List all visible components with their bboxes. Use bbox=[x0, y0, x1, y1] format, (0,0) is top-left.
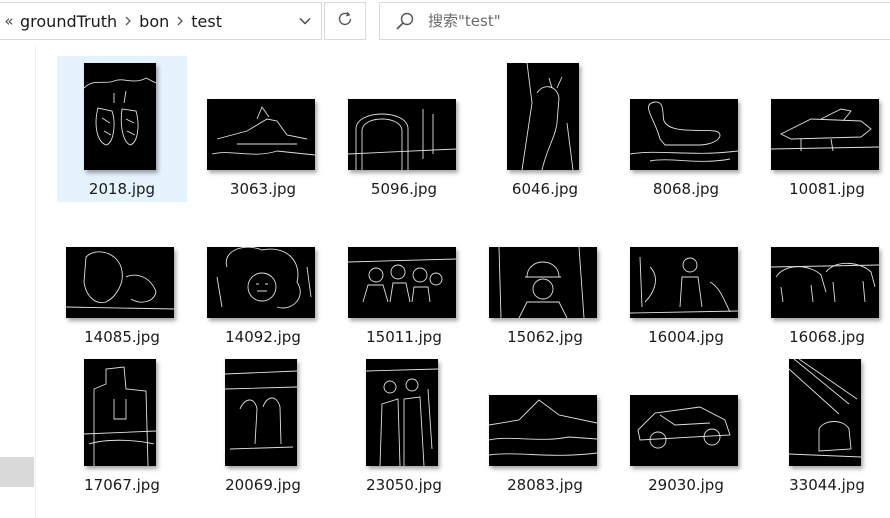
file-thumbnail bbox=[207, 99, 315, 170]
file-thumbnail bbox=[366, 359, 438, 466]
file-item[interactable]: 5096.jpg bbox=[339, 56, 469, 202]
file-item[interactable]: 17067.jpg bbox=[57, 352, 187, 498]
file-thumbnail bbox=[771, 247, 879, 318]
search-box[interactable] bbox=[379, 2, 890, 40]
file-thumbnail bbox=[507, 63, 579, 170]
chevron-right-icon[interactable] bbox=[117, 16, 139, 26]
overflow-chevron-icon[interactable]: « bbox=[0, 12, 18, 30]
file-name: 15062.jpg bbox=[507, 328, 583, 346]
top-bar: « groundTruth bon test bbox=[0, 0, 890, 44]
file-thumbnail bbox=[630, 99, 738, 170]
navigation-pane-selected-item[interactable] bbox=[0, 457, 34, 487]
file-name: 15011.jpg bbox=[366, 328, 442, 346]
file-item[interactable]: 28083.jpg bbox=[480, 352, 610, 498]
file-name: 20069.jpg bbox=[225, 476, 301, 494]
file-item[interactable]: 23050.jpg bbox=[339, 352, 469, 498]
file-thumbnail bbox=[225, 359, 297, 466]
chevron-right-icon[interactable] bbox=[169, 16, 191, 26]
file-name: 5096.jpg bbox=[370, 180, 438, 198]
file-item[interactable]: 29030.jpg bbox=[621, 352, 751, 498]
file-name: 8068.jpg bbox=[652, 180, 720, 198]
file-name: 14085.jpg bbox=[84, 328, 160, 346]
file-name: 17067.jpg bbox=[84, 476, 160, 494]
file-name: 2018.jpg bbox=[88, 180, 156, 198]
file-thumbnail bbox=[66, 247, 174, 318]
file-name: 23050.jpg bbox=[366, 476, 442, 494]
file-item[interactable]: 16004.jpg bbox=[621, 204, 751, 350]
address-bar[interactable]: « groundTruth bon test bbox=[0, 2, 322, 40]
file-name: 28083.jpg bbox=[507, 476, 583, 494]
file-item[interactable]: 20069.jpg bbox=[198, 352, 328, 498]
file-item[interactable]: 3063.jpg bbox=[198, 56, 328, 202]
file-thumbnail bbox=[84, 359, 156, 466]
file-thumbnail bbox=[207, 247, 315, 318]
file-item[interactable]: 8068.jpg bbox=[621, 56, 751, 202]
file-name: 10081.jpg bbox=[789, 180, 865, 198]
refresh-button[interactable] bbox=[324, 2, 366, 40]
file-name: 14092.jpg bbox=[225, 328, 301, 346]
file-item[interactable]: 6046.jpg bbox=[480, 56, 610, 202]
file-item[interactable]: 16068.jpg bbox=[762, 204, 890, 350]
file-item[interactable]: 14085.jpg bbox=[57, 204, 187, 350]
file-item[interactable]: 15062.jpg bbox=[480, 204, 610, 350]
file-thumbnail bbox=[630, 247, 738, 318]
file-name: 16068.jpg bbox=[789, 328, 865, 346]
breadcrumb-bon[interactable]: bon bbox=[139, 12, 169, 31]
file-thumbnail bbox=[489, 247, 597, 318]
file-name: 33044.jpg bbox=[789, 476, 865, 494]
search-icon bbox=[394, 10, 416, 32]
navigation-pane[interactable] bbox=[0, 44, 36, 518]
search-input[interactable] bbox=[428, 12, 828, 30]
file-name: 29030.jpg bbox=[648, 476, 724, 494]
file-thumbnail bbox=[489, 395, 597, 466]
file-item[interactable]: 33044.jpg bbox=[762, 352, 890, 498]
file-name: 6046.jpg bbox=[511, 180, 579, 198]
breadcrumb-test[interactable]: test bbox=[191, 12, 222, 31]
file-name: 16004.jpg bbox=[648, 328, 724, 346]
file-item[interactable]: 14092.jpg bbox=[198, 204, 328, 350]
file-thumbnail bbox=[348, 247, 456, 318]
file-item[interactable]: 10081.jpg bbox=[762, 56, 890, 202]
file-thumbnail bbox=[84, 63, 156, 170]
chevron-down-icon[interactable] bbox=[295, 3, 315, 39]
file-name: 3063.jpg bbox=[229, 180, 297, 198]
file-thumbnail bbox=[630, 395, 738, 466]
file-thumbnail bbox=[771, 99, 879, 170]
breadcrumb-groundtruth[interactable]: groundTruth bbox=[20, 12, 117, 31]
file-thumbnail bbox=[348, 99, 456, 170]
refresh-icon bbox=[336, 10, 354, 32]
file-item[interactable]: 15011.jpg bbox=[339, 204, 469, 350]
file-thumbnail bbox=[789, 359, 861, 466]
file-item[interactable]: 2018.jpg bbox=[57, 56, 187, 202]
